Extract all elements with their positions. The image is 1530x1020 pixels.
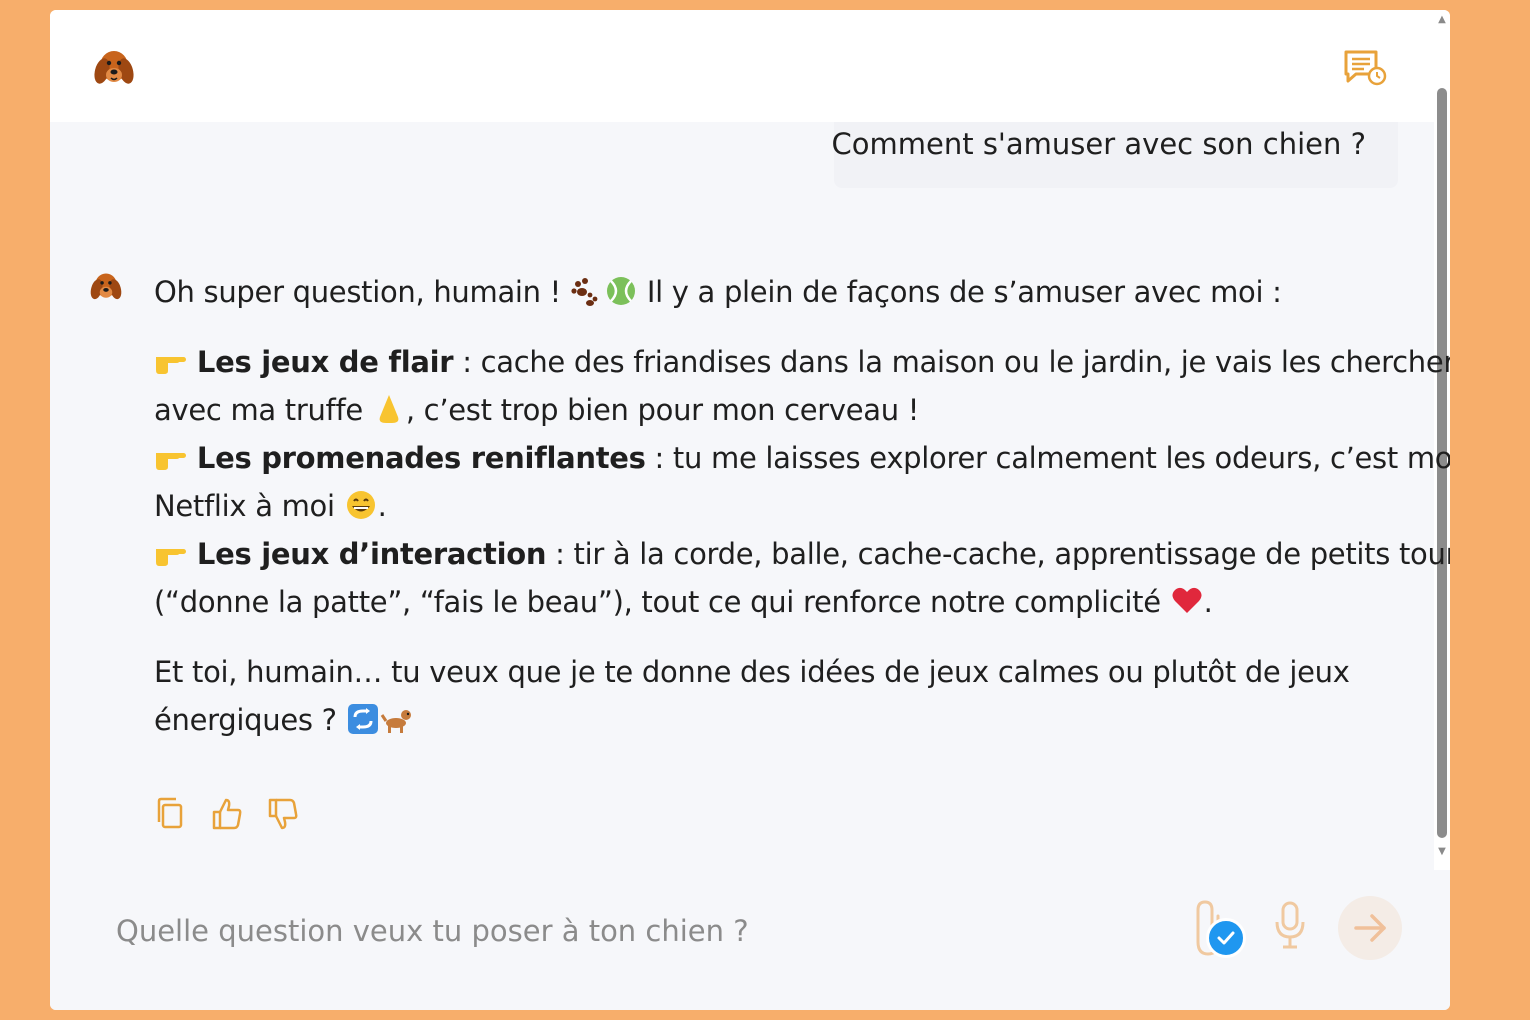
arrow-right-icon — [1354, 914, 1386, 942]
message-composer — [50, 870, 1450, 1010]
red-heart-icon — [1172, 587, 1202, 613]
copy-icon[interactable] — [154, 796, 188, 832]
send-button[interactable] — [1338, 896, 1402, 960]
dog-icon — [380, 710, 411, 733]
question-input[interactable] — [114, 900, 1178, 962]
pointing-hand-icon — [156, 357, 186, 374]
scroll-up-arrow-icon[interactable]: ▲ — [1434, 14, 1450, 26]
chat-history-icon[interactable] — [1342, 48, 1388, 88]
pointing-hand-icon — [156, 549, 186, 566]
thumbs-down-icon[interactable] — [266, 796, 300, 832]
tennis-ball-icon — [606, 277, 635, 305]
list-item: Les promenades reniflantes : tu me laiss… — [154, 434, 1450, 482]
paw-prints-icon — [571, 278, 598, 306]
checkmark-icon — [1217, 931, 1235, 945]
bot-tips-list: Les jeux de flair : cache des friandises… — [154, 338, 1450, 626]
bot-message: Oh super question, humain ! Il y a plein… — [154, 268, 1450, 744]
bot-intro: Oh super question, humain ! Il y a plein… — [154, 275, 1282, 309]
microphone-icon[interactable] — [1272, 900, 1308, 952]
header-bar — [50, 10, 1434, 122]
user-message-text: Comment s'amuser avec son chien ? — [831, 127, 1366, 161]
grinning-face-icon — [346, 491, 375, 519]
dog-head-logo-icon[interactable] — [92, 44, 136, 90]
list-item: Les jeux de flair : cache des friandises… — [154, 338, 1450, 386]
chat-window: ▲ ▼ Comment s'amuser avec son chien ? Oh… — [50, 10, 1450, 1010]
nose-icon — [379, 395, 399, 423]
scroll-down-arrow-icon[interactable]: ▼ — [1434, 846, 1450, 858]
pointing-hand-icon — [156, 453, 186, 470]
user-message-bubble: Comment s'amuser avec son chien ? — [831, 122, 1398, 188]
bot-outro: Et toi, humain… tu veux que je te donne … — [154, 655, 1350, 737]
dog-avatar-icon — [90, 273, 122, 300]
list-item: Les jeux d’interaction : tir à la corde,… — [154, 530, 1450, 578]
repeat-arrows-icon — [347, 704, 378, 734]
attachment-check-badge — [1206, 918, 1246, 958]
thumbs-up-icon[interactable] — [210, 796, 244, 832]
